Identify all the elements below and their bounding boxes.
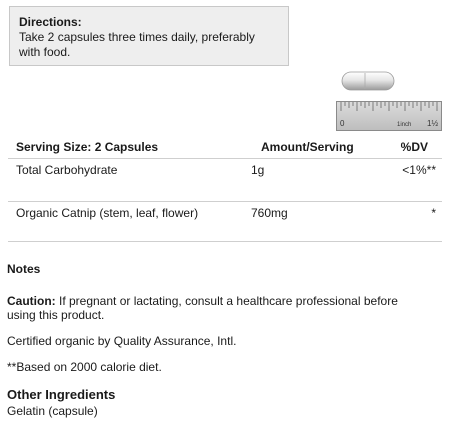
table-row: Organic Catnip (stem, leaf, flower) 760m… xyxy=(8,201,442,242)
ingredient-name: Total Carbohydrate xyxy=(16,163,118,177)
other-ingredients-heading: Other Ingredients xyxy=(7,387,116,402)
ingredient-name: Organic Catnip (stem, leaf, flower) xyxy=(16,206,199,220)
dv-header: %DV xyxy=(400,140,428,154)
ruler-start-label: 0 xyxy=(340,119,345,128)
footnote-text: **Based on 2000 calorie diet. xyxy=(7,360,162,374)
other-ingredients-text: Gelatin (capsule) xyxy=(7,404,98,418)
directions-title: Directions: xyxy=(19,15,82,29)
capsule-icon xyxy=(341,71,395,91)
ingredient-amount: 1g xyxy=(251,163,265,177)
ruler-unit-label: 1inch xyxy=(397,122,411,128)
table-row: Total Carbohydrate 1g <1%** xyxy=(8,159,442,180)
caution-paragraph: Caution: If pregnant or lactating, consu… xyxy=(7,294,427,322)
capsule-size-graphic: 0 1inch 1½ xyxy=(336,70,442,132)
caution-label: Caution: xyxy=(7,294,56,308)
ruler-icon: 0 1inch 1½ xyxy=(336,101,442,131)
facts-header-row: Serving Size: 2 Capsules Amount/Serving … xyxy=(8,140,442,159)
notes-heading: Notes xyxy=(7,262,41,276)
ingredient-dv: <1%** xyxy=(402,163,436,177)
supplement-facts-table: Serving Size: 2 Capsules Amount/Serving … xyxy=(8,140,442,242)
ingredient-dv: * xyxy=(431,206,436,220)
ruler-end-label: 1½ xyxy=(427,119,438,128)
amount-header: Amount/Serving xyxy=(261,140,354,154)
ingredient-amount: 760mg xyxy=(251,206,288,220)
directions-text: Take 2 capsules three times daily, prefe… xyxy=(19,30,255,59)
certified-text: Certified organic by Quality Assurance, … xyxy=(7,334,237,348)
serving-size-header: Serving Size: 2 Capsules xyxy=(16,140,159,154)
caution-text: If pregnant or lactating, consult a heal… xyxy=(7,294,398,322)
directions-box: Directions: Take 2 capsules three times … xyxy=(9,6,289,66)
